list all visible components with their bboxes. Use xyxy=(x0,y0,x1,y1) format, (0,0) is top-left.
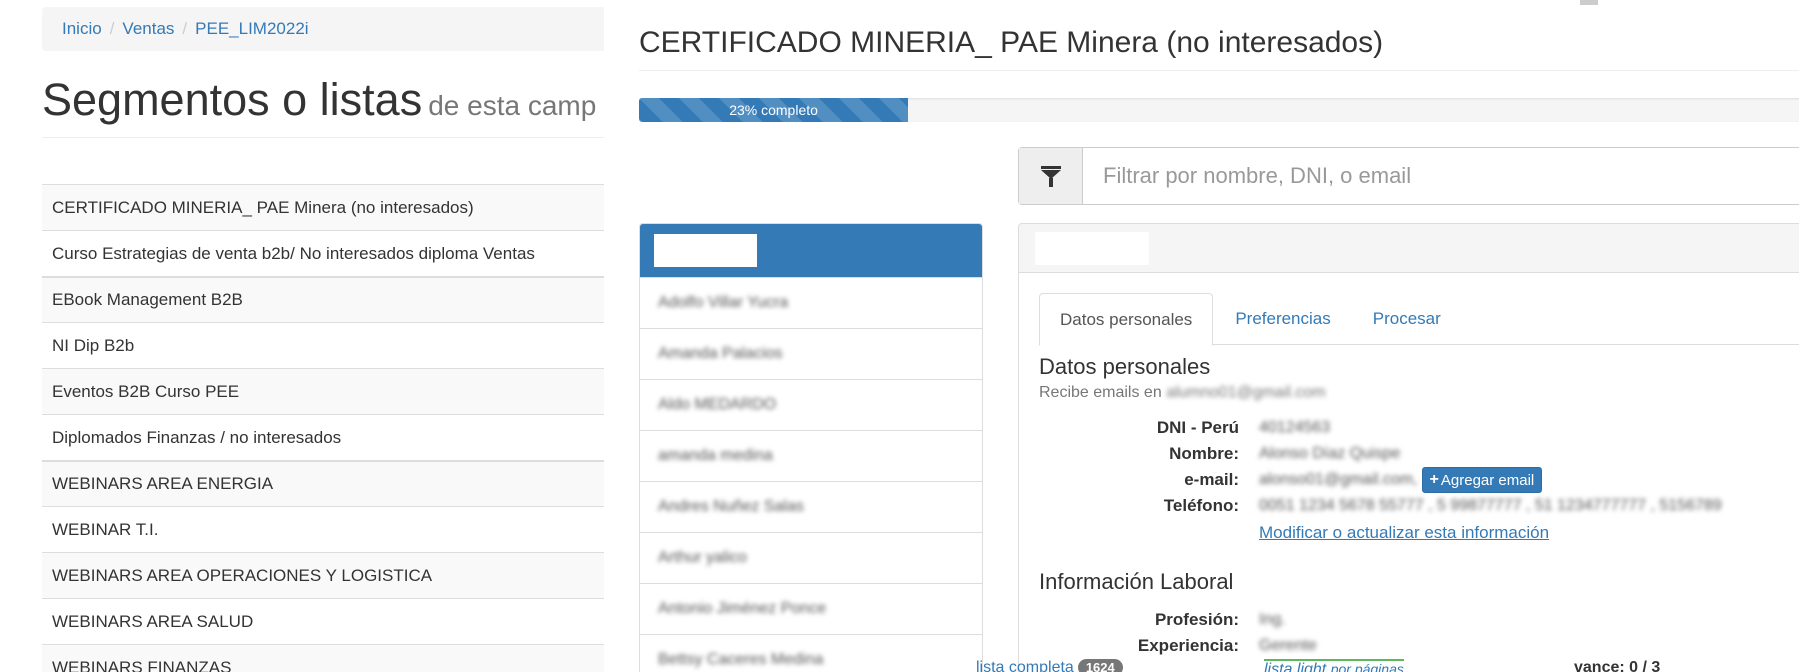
contact-name: Aldo MEDARDO xyxy=(658,396,777,413)
segment-list: CERTIFICADO MINERIA_ PAE Minera (no inte… xyxy=(42,184,604,672)
light-list-label: lista light xyxy=(1264,661,1327,672)
full-list-count-badge: 1624 xyxy=(1077,659,1123,672)
labor-info-title: Información Laboral xyxy=(1039,569,1234,594)
full-list-label: lista completa xyxy=(976,659,1074,672)
contact-name: Antonio Jiménez Ponce xyxy=(658,600,827,617)
personal-data-title: Datos personales xyxy=(1039,354,1211,379)
segments-page: Inicio / Ventas / PEE_LIM2022i Segmentos… xyxy=(0,0,604,672)
breadcrumb-separator: / xyxy=(109,19,115,38)
segment-item[interactable]: WEBINARS FINANZAS xyxy=(42,644,604,672)
profession-value: Ing. xyxy=(1259,611,1286,628)
name-value: Alonso Díaz Quispe xyxy=(1259,445,1401,462)
phone-value: 0051 1234 5678 55777 , 5 99877777 , 51 1… xyxy=(1259,497,1722,514)
field-dni: DNI - Perú 40124563 xyxy=(1039,415,1799,441)
contact-item[interactable]: Andres Nuñez Salas xyxy=(640,481,982,532)
segment-item[interactable]: CERTIFICADO MINERIA_ PAE Minera (no inte… xyxy=(42,184,604,230)
breadcrumb: Inicio / Ventas / PEE_LIM2022i xyxy=(42,7,604,51)
divider xyxy=(42,137,604,138)
contact-name: Arthur yalico xyxy=(658,549,747,566)
redacted-header-label xyxy=(1035,232,1149,265)
contact-item[interactable]: Adolfo Villar Yucra xyxy=(640,277,982,328)
footer-links: lista completa 1624 lista light por págin… xyxy=(604,656,1799,672)
contact-item[interactable]: Amanda Palacios xyxy=(640,328,982,379)
receives-emails-label: Recibe emails en xyxy=(1039,384,1162,401)
segment-item[interactable]: Eventos B2B Curso PEE xyxy=(42,368,604,414)
segments-title: Segmentos o listas de esta camp xyxy=(42,74,596,126)
name-label: Nombre: xyxy=(1169,444,1239,463)
contact-item[interactable]: Aldo MEDARDO xyxy=(640,379,982,430)
add-email-label: Agregar email xyxy=(1440,471,1535,489)
segment-item[interactable]: WEBINARS AREA SALUD xyxy=(42,598,604,644)
light-list-link[interactable]: lista light por páginas xyxy=(1264,659,1404,672)
field-name: Nombre: Alonso Díaz Quispe xyxy=(1039,441,1799,467)
breadcrumb-campaign[interactable]: PEE_LIM2022i xyxy=(195,19,308,39)
breadcrumb-ventas[interactable]: Ventas xyxy=(122,19,174,39)
breadcrumb-inicio[interactable]: Inicio xyxy=(62,19,102,39)
experience-label: Experiencia: xyxy=(1137,636,1239,655)
breadcrumb-separator: / xyxy=(182,19,188,38)
contact-item[interactable]: Arthur yalico xyxy=(640,532,982,583)
dni-value: 40124563 xyxy=(1259,419,1331,436)
email-value: alonso01@gmail.com, xyxy=(1259,471,1418,488)
segments-title-text: Segmentos o listas xyxy=(42,74,423,125)
contact-name: Andres Nuñez Salas xyxy=(658,498,804,515)
progress-fill: 23% completo xyxy=(639,98,909,122)
contact-name: Amanda Palacios xyxy=(658,345,783,362)
receives-emails: Recibe emails en alumno01@gmail.com xyxy=(1039,384,1326,402)
experience-value: Gerente xyxy=(1259,637,1317,654)
segment-item[interactable]: NI Dip B2b xyxy=(42,322,604,368)
contact-list-panel: Adolfo Villar Yucra Amanda Palacios Aldo… xyxy=(639,223,983,672)
segments-subtitle: de esta camp xyxy=(428,90,597,121)
filter-group xyxy=(1018,147,1799,205)
contact-name: amanda medina xyxy=(658,447,773,464)
field-profession: Profesión: Ing. xyxy=(1039,607,1799,633)
field-email: e-mail: alonso01@gmail.com, + Agregar em… xyxy=(1039,467,1799,493)
contact-name: Adolfo Villar Yucra xyxy=(658,294,789,311)
detail-tabs: Datos personales Preferencias Procesar xyxy=(1039,293,1799,346)
filter-addon xyxy=(1019,148,1083,204)
profession-label: Profesión: xyxy=(1154,610,1239,629)
contact-item[interactable]: amanda medina xyxy=(640,430,982,481)
email-label: e-mail: xyxy=(1184,470,1239,489)
receives-emails-value: alumno01@gmail.com xyxy=(1166,384,1326,401)
redacted-header-label xyxy=(654,234,757,267)
dni-label: DNI - Perú xyxy=(1156,418,1239,437)
contact-list-header xyxy=(640,224,982,277)
filter-input[interactable] xyxy=(1083,148,1799,204)
add-email-button[interactable]: + Agregar email xyxy=(1421,467,1543,493)
segment-item[interactable]: WEBINARS AREA ENERGIA xyxy=(42,460,604,506)
contact-detail-panel: Datos personales Preferencias Procesar D… xyxy=(1018,223,1799,672)
detail-header xyxy=(1019,224,1799,273)
progress-bar: 23% completo xyxy=(639,98,1799,122)
scroll-marker xyxy=(1580,0,1598,5)
advance-status: vance: 0 / 3 xyxy=(1574,659,1661,672)
personal-fields: DNI - Perú 40124563 Nombre: Alonso Díaz … xyxy=(1039,415,1799,519)
light-list-sub: por páginas xyxy=(1330,661,1404,672)
tab-preferencias[interactable]: Preferencias xyxy=(1215,293,1350,345)
filter-icon xyxy=(1040,164,1062,188)
labor-fields: Profesión: Ing. Experiencia: Gerente xyxy=(1039,607,1799,659)
campaign-panel: CERTIFICADO MINERIA_ PAE Minera (no inte… xyxy=(604,0,1799,672)
full-list-link[interactable]: lista completa 1624 xyxy=(976,659,1123,672)
plus-icon: + xyxy=(1429,471,1439,488)
segment-item[interactable]: WEBINAR T.I. xyxy=(42,506,604,552)
field-phone: Teléfono: 0051 1234 5678 55777 , 5 99877… xyxy=(1039,493,1799,519)
tab-datos-personales[interactable]: Datos personales xyxy=(1039,293,1214,346)
divider xyxy=(639,70,1799,71)
segment-item[interactable]: Curso Estrategias de venta b2b/ No inter… xyxy=(42,230,604,276)
modify-info-link[interactable]: Modificar o actualizar esta información xyxy=(1259,523,1549,543)
contact-item[interactable]: Antonio Jiménez Ponce xyxy=(640,583,982,634)
segment-item[interactable]: WEBINARS AREA OPERACIONES Y LOGISTICA xyxy=(42,552,604,598)
campaign-title: CERTIFICADO MINERIA_ PAE Minera (no inte… xyxy=(639,26,1384,59)
tab-procesar[interactable]: Procesar xyxy=(1353,293,1461,345)
segment-item[interactable]: Diplomados Finanzas / no interesados xyxy=(42,414,604,460)
segment-item[interactable]: EBook Management B2B xyxy=(42,276,604,322)
phone-label: Teléfono: xyxy=(1163,496,1239,515)
